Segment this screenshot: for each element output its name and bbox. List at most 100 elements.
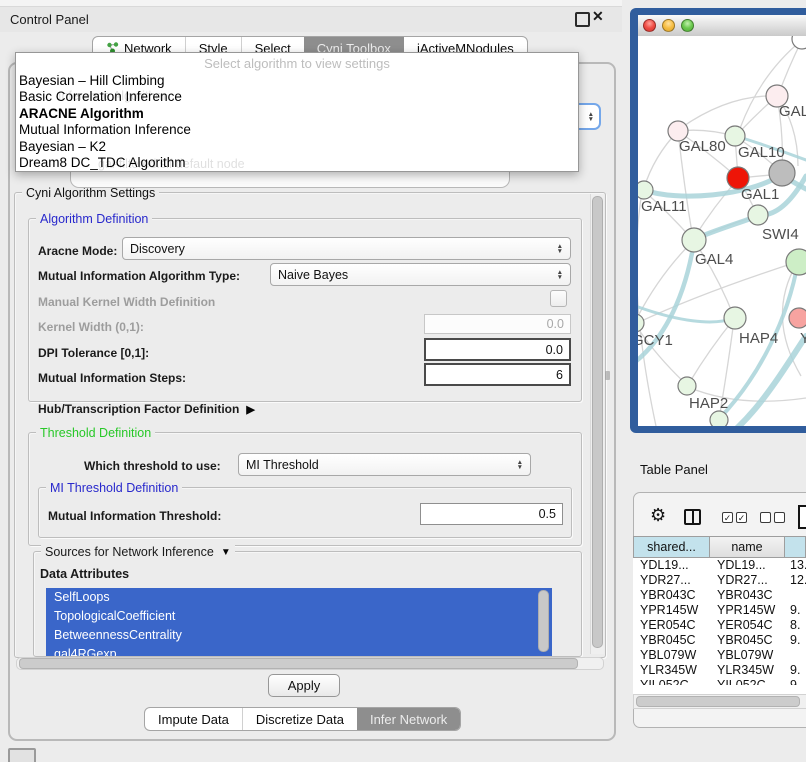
table-header-name[interactable]: name [710, 536, 785, 558]
table-cell[interactable]: 13... [790, 558, 806, 573]
table-cell[interactable]: YBR043C [717, 588, 773, 603]
panel-splitter-handle[interactable] [605, 371, 610, 380]
popup-item-aracne[interactable]: ARACNE Algorithm [19, 106, 191, 122]
table-cell[interactable]: 9. [790, 603, 800, 618]
popup-item-dream8[interactable]: Dream8 DC_TDC Algorithm [19, 155, 191, 171]
table-cell[interactable]: 9. [790, 633, 800, 648]
list-item-gal4rgexp[interactable]: gal4RGexp [46, 645, 552, 656]
table-cell[interactable]: YER054C [717, 618, 773, 633]
zoom-traffic-light-icon[interactable] [681, 19, 694, 32]
node-label-gal1: GAL1 [741, 186, 779, 203]
tab-infer-network[interactable]: Infer Network [357, 708, 460, 730]
sources-toggle[interactable]: Sources for Network Inference ▼ [41, 545, 235, 559]
table-row[interactable]: YBL079W YBL079W [633, 648, 806, 663]
table-cell[interactable]: YBR045C [640, 633, 696, 648]
gear-icon[interactable]: ⚙ [650, 505, 666, 526]
table-row[interactable]: YBR043C YBR043C [633, 588, 806, 603]
table-cell[interactable]: YDR27... [717, 573, 768, 588]
unchecked-column-icon[interactable] [760, 512, 771, 523]
network-node[interactable] [769, 160, 795, 186]
kernel-width-field[interactable]: 0.0 [424, 314, 571, 334]
aracne-mode-combobox[interactable]: Discovery ▲▼ [122, 237, 571, 260]
popup-item-basic-correlation[interactable]: Basic Correlation Inference [19, 89, 191, 105]
list-item-betweennesscentrality[interactable]: BetweennessCentrality [46, 626, 552, 645]
network-node[interactable] [789, 308, 806, 328]
table-cell[interactable]: YIL052C [640, 678, 689, 685]
sources-title: Sources for Network Inference [45, 545, 214, 559]
mi-steps-label: Mutual Information Steps: [38, 371, 186, 385]
table-row[interactable]: YER054C YER054C 8. [633, 618, 806, 633]
table-cell[interactable]: YBR045C [717, 633, 773, 648]
table-cell[interactable]: YPR145W [640, 603, 698, 618]
table-cell[interactable]: YPR145W [717, 603, 775, 618]
which-threshold-combobox[interactable]: MI Threshold ▲▼ [238, 453, 531, 476]
table-header-shared[interactable]: shared... [633, 536, 710, 558]
network-node[interactable] [786, 249, 806, 275]
network-node[interactable] [678, 377, 696, 395]
network-node[interactable] [638, 181, 653, 199]
table-row[interactable]: YPR145W YPR145W 9. [633, 603, 806, 618]
table-cell[interactable]: 9. [790, 663, 800, 678]
unchecked-column-icon[interactable] [774, 512, 785, 523]
table-row[interactable]: YLR345W YLR345W 9. [633, 663, 806, 678]
mi-threshold-group-title: MI Threshold Definition [46, 481, 182, 495]
close-panel-icon[interactable]: ✕ [592, 8, 604, 25]
network-node[interactable] [748, 205, 768, 225]
list-item-selfloops[interactable]: SelfLoops [46, 588, 552, 607]
column-view-icon[interactable] [684, 509, 701, 525]
page-icon[interactable] [798, 505, 806, 529]
popup-item-mutual-information[interactable]: Mutual Information Inference [19, 122, 191, 138]
table-row[interactable]: YIL052C YIL052C 9. [633, 678, 806, 685]
settings-scrollbar-thumb[interactable] [592, 196, 603, 648]
table-row[interactable]: YDL19... YDL19... 13... [633, 558, 806, 573]
table-cell[interactable]: YDL19... [640, 558, 689, 573]
checked-column-icon[interactable]: ✓ [722, 512, 733, 523]
table-hscrollbar-thumb[interactable] [636, 696, 800, 707]
attributes-list-scrollbar-thumb[interactable] [538, 590, 549, 652]
float-panel-icon[interactable] [575, 12, 590, 27]
mi-type-label: Mutual Information Algorithm Type: [38, 269, 240, 283]
table-cell[interactable]: YBL079W [640, 648, 696, 663]
mi-type-combobox[interactable]: Naive Bayes ▲▼ [270, 263, 571, 286]
settings-group-title: Cyni Algorithm Settings [22, 186, 159, 200]
table-row[interactable]: YBR045C YBR045C 9. [633, 633, 806, 648]
chevron-updown-icon: ▲▼ [588, 112, 594, 122]
mi-threshold-field[interactable]: 0.5 [420, 503, 563, 525]
table-cell[interactable]: YLR345W [640, 663, 697, 678]
top-strip [0, 0, 622, 7]
table-row[interactable]: YDR27... YDR27... 12... [633, 573, 806, 588]
table-cell[interactable]: 12... [790, 573, 806, 588]
minimize-traffic-light-icon[interactable] [662, 19, 675, 32]
table-cell[interactable]: YDL19... [717, 558, 766, 573]
tab-discretize-data[interactable]: Discretize Data [242, 708, 357, 730]
apply-button[interactable]: Apply [268, 674, 340, 697]
tab-impute-data[interactable]: Impute Data [145, 708, 242, 730]
popup-item-bayesian-k2[interactable]: Bayesian – K2 [19, 139, 191, 155]
table-cell[interactable]: 9. [790, 678, 800, 685]
manual-kernel-checkbox[interactable] [550, 290, 567, 307]
checked-column-icon[interactable]: ✓ [736, 512, 747, 523]
network-node[interactable] [710, 411, 728, 426]
table-header-partial[interactable] [785, 536, 806, 558]
mi-steps-field[interactable]: 6 [424, 363, 571, 386]
tab-label: Impute Data [158, 712, 229, 727]
network-canvas[interactable]: GAL GAL80 GAL10 GAL1 GAL11 SWI4 GAL4 GCY… [638, 36, 806, 426]
table-cell[interactable]: YER054C [640, 618, 696, 633]
network-node[interactable] [682, 228, 706, 252]
table-cell[interactable]: YBL079W [717, 648, 773, 663]
table-cell[interactable]: 8. [790, 618, 800, 633]
list-item-topologicalcoefficient[interactable]: TopologicalCoefficient [46, 607, 552, 626]
network-node[interactable] [638, 314, 644, 332]
network-node[interactable] [724, 307, 746, 329]
minimized-panel-button[interactable] [8, 748, 36, 762]
table-cell[interactable]: YDR27... [640, 573, 691, 588]
close-traffic-light-icon[interactable] [643, 19, 656, 32]
table-cell[interactable]: YLR345W [717, 663, 774, 678]
popup-item-bayesian-hill-climbing[interactable]: Bayesian – Hill Climbing [19, 73, 191, 89]
dpi-tolerance-field[interactable]: 0.0 [424, 338, 571, 361]
network-node[interactable] [725, 126, 745, 146]
table-cell[interactable]: YIL052C [717, 678, 766, 685]
settings-hscrollbar-thumb[interactable] [19, 658, 578, 669]
hub-definition-toggle[interactable]: Hub/Transcription Factor Definition ▶ [38, 402, 255, 416]
table-cell[interactable]: YBR043C [640, 588, 696, 603]
